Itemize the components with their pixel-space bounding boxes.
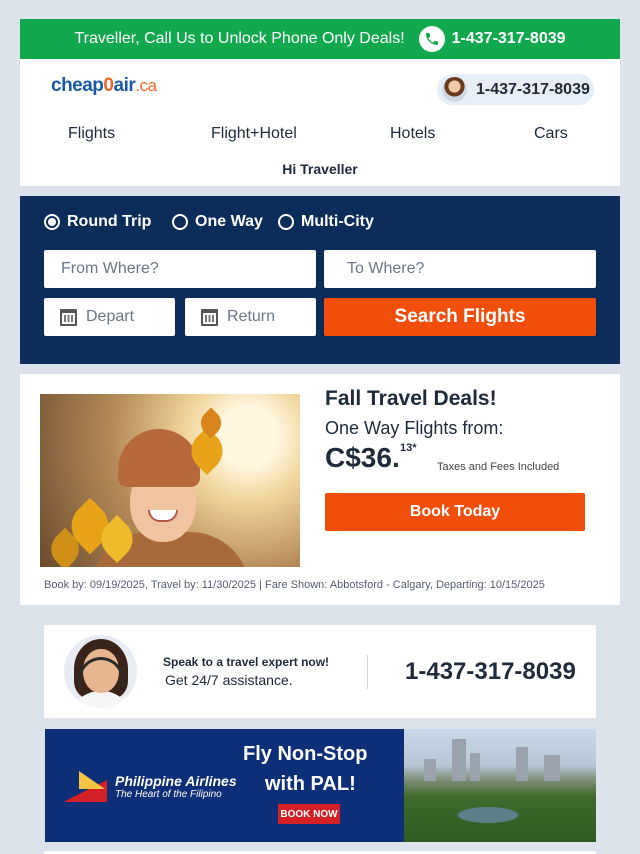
airline-tagline: The Heart of the Filipino [115,788,222,800]
depart-date-field[interactable]: Depart [44,298,175,336]
banner-headline-2: with PAL! [265,773,356,795]
book-today-button[interactable]: Book Today [325,493,585,531]
calendar-icon [60,308,77,326]
deal-fine-print: Book by: 09/19/2025, Travel by: 11/30/20… [44,579,545,591]
expert-headline: Speak to a travel expert now! [163,655,330,669]
deal-title: Fall Travel Deals! [325,387,497,410]
deal-card: Fall Travel Deals! One Way Flights from:… [20,374,620,605]
banner-book-now-button[interactable]: BOOK NOW [278,804,340,824]
airline-logo: Philippine Airlines The Heart of the Fil… [63,771,237,802]
search-flights-button[interactable]: Search Flights [324,298,596,336]
trip-option-label: One Way [195,213,263,230]
to-field[interactable]: To Where? [324,250,596,288]
site-header: cheap 0 air .ca 1-437-317-8039 Flights Flig… [20,59,620,186]
from-field[interactable]: From Where? [44,250,316,288]
nav-item-flight-hotel[interactable]: Flight+Hotel [211,125,297,143]
logo-text-ca: .ca [135,76,157,95]
deal-price-cents: 13* [400,442,417,454]
trip-option-label: Multi-City [301,213,374,230]
divider [367,655,368,689]
agent-avatar [442,77,467,102]
deal-price: C$36. [325,442,400,473]
promo-message: Traveller, Call Us to Unlock Phone Only … [74,30,405,47]
radio-selected-icon [44,214,60,230]
header-phone-button[interactable]: 1-437-317-8039 [437,74,594,105]
airline-name: Philippine Airlines [115,772,237,789]
banner-headline-1: Fly Non-Stop [243,743,368,765]
promo-phone-number[interactable]: 1-437-317-8039 [452,30,566,48]
airline-ad-banner[interactable]: Philippine Airlines The Heart of the Fil… [45,729,596,842]
calendar-icon [201,308,218,326]
city-skyline-image [404,729,596,842]
return-date-field[interactable]: Return [185,298,316,336]
to-placeholder: To Where? [347,260,425,277]
nav-item-flights[interactable]: Flights [68,125,115,143]
cheapoair-logo[interactable]: cheap 0 air .ca [51,75,157,97]
nav-item-cars[interactable]: Cars [534,125,568,143]
nav-item-hotels[interactable]: Hotels [390,125,435,143]
radio-icon [172,214,188,230]
promo-top-bar[interactable]: Traveller, Call Us to Unlock Phone Only … [20,19,620,59]
expert-phone-number[interactable]: 1-437-317-8039 [405,658,576,686]
from-placeholder: From Where? [61,260,159,277]
header-phone-number: 1-437-317-8039 [476,80,590,98]
travel-expert-card[interactable]: Speak to a travel expert now! Get 24/7 a… [44,625,596,718]
deal-subtitle: One Way Flights from: [325,418,504,438]
logo-text-air: air [113,75,136,96]
logo-text-cheap: cheap [51,75,104,96]
deal-photo[interactable] [40,394,300,567]
trip-option-one-way[interactable]: One Way [172,213,263,231]
depart-placeholder: Depart [86,308,135,325]
expert-avatar [64,635,137,708]
return-placeholder: Return [227,308,276,325]
user-greeting: Hi Traveller [282,161,358,177]
logo-text-zero: 0 [103,75,114,96]
trip-option-round-trip[interactable]: Round Trip [44,213,151,231]
taxes-note: Taxes and Fees Included [437,461,560,473]
airline-logo-icon [63,771,109,802]
trip-option-label: Round Trip [67,213,152,230]
phone-icon [418,26,445,52]
radio-icon [278,214,294,230]
expert-subtext: Get 24/7 assistance. [165,672,293,688]
flight-search-panel: Round Trip One Way Multi-City From Where… [20,196,620,364]
trip-option-multi-city[interactable]: Multi-City [278,213,374,231]
